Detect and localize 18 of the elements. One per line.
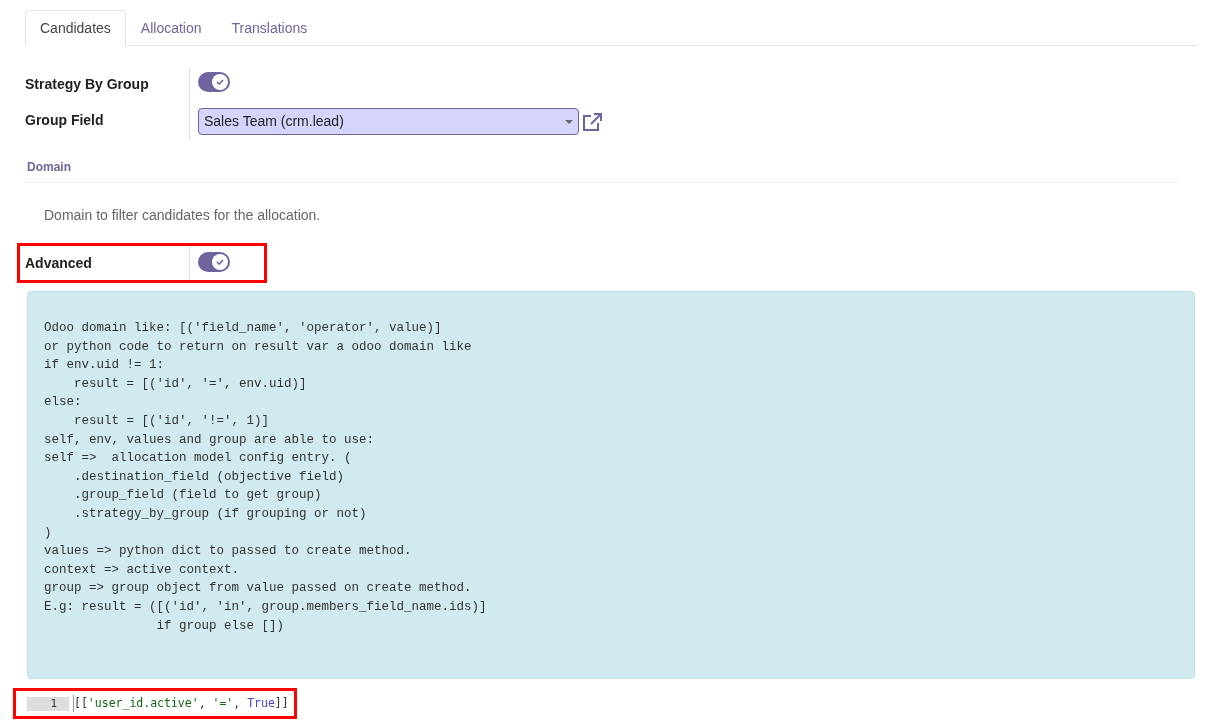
field-description: Domain to filter candidates for the allocation. <box>43 206 322 225</box>
caret-icon <box>565 119 573 124</box>
toggle-switch[interactable] <box>198 72 230 92</box>
check-icon <box>215 257 225 267</box>
tab[interactable]: Allocation <box>125 10 217 46</box>
field-label: Strategy By Group <box>25 75 150 94</box>
toggle-switch[interactable] <box>198 252 230 272</box>
tab[interactable]: Translations <box>216 10 323 46</box>
select-field[interactable]: Sales Team (crm.lead) <box>198 108 579 135</box>
line-number: 1 <box>27 696 69 711</box>
section-title: Domain <box>26 160 71 174</box>
help-text: Odoo domain like: [('field_name', 'operator', value)] or python code to return on result var a odoo domain like if env.uid != 1: result = [('id', '=', env.uid)] else: result = [('id', '!=', 1)] self, env, values and group are able to use: self => allocation model config entry. ( .destination_field (objective field) .group_field (field to get group) .strategy_by_group (if grouping or not) ) values => python dict to passed to create method. context => active context. group => group object from value passed on create method. E.g: result = ([('id', 'in', group.members_field_name.ids)] if group else []) <box>44 320 488 635</box>
check-icon <box>215 77 225 87</box>
field-label: Group Field <box>25 111 105 130</box>
tab[interactable]: Candidates <box>25 10 126 46</box>
field-label: Advanced <box>25 254 93 273</box>
code-line[interactable]: [['user_id.active', '=', True]] <box>73 694 289 713</box>
external-link-icon[interactable] <box>581 111 603 132</box>
